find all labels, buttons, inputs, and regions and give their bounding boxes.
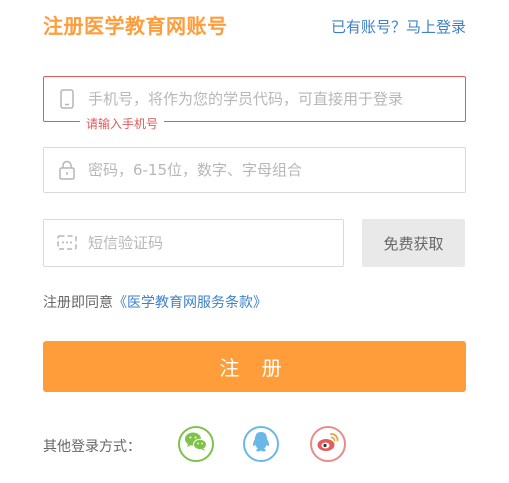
wechat-icon bbox=[184, 431, 208, 457]
lock-icon bbox=[56, 159, 78, 181]
agreement-prefix: 注册即同意 bbox=[43, 295, 113, 311]
qq-icon bbox=[251, 430, 271, 458]
register-button[interactable]: 注 册 bbox=[43, 341, 466, 392]
phone-error-message: 请输入手机号 bbox=[80, 115, 165, 132]
mobile-phone-icon bbox=[56, 88, 78, 110]
login-link[interactable]: 已有账号？马上登录 bbox=[331, 16, 466, 37]
weibo-login-button[interactable] bbox=[310, 426, 346, 462]
message-icon bbox=[56, 232, 78, 254]
terms-link[interactable]: 《医学教育网服务条款》 bbox=[113, 295, 267, 311]
weibo-icon bbox=[316, 431, 340, 457]
agreement-text: 注册即同意《医学教育网服务条款》 bbox=[43, 292, 267, 312]
phone-input[interactable] bbox=[88, 90, 465, 108]
wechat-login-button[interactable] bbox=[178, 426, 214, 462]
page-title: 注册医学教育网账号 bbox=[43, 14, 228, 38]
password-input[interactable] bbox=[88, 161, 465, 179]
get-sms-code-button[interactable]: 免费获取 bbox=[362, 219, 465, 267]
sms-code-input[interactable] bbox=[88, 234, 343, 252]
sms-code-field bbox=[43, 219, 344, 267]
password-field bbox=[43, 147, 466, 193]
other-login-label: 其他登录方式： bbox=[43, 439, 141, 455]
qq-login-button[interactable] bbox=[243, 426, 279, 462]
